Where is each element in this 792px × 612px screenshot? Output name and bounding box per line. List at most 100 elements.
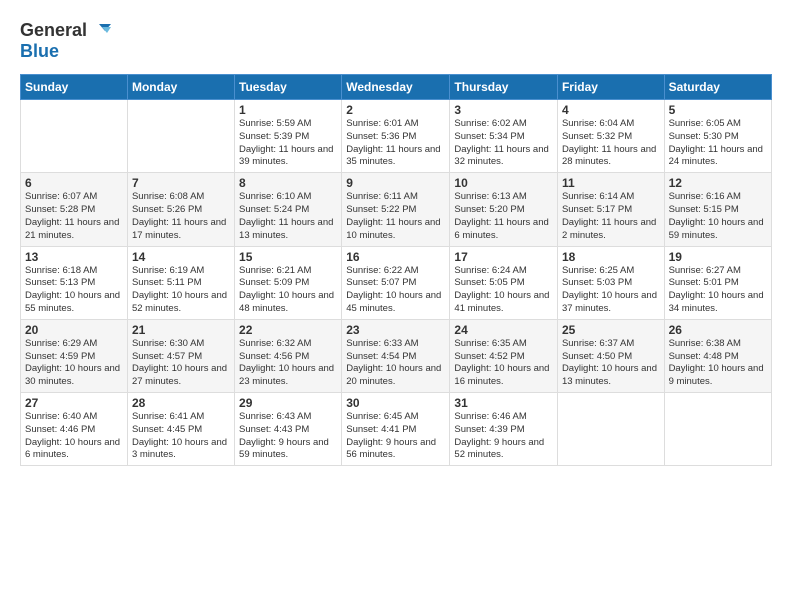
day-info: Sunrise: 6:14 AM Sunset: 5:17 PM Dayligh…: [562, 191, 660, 242]
day-number: 26: [669, 323, 767, 337]
day-number: 21: [132, 323, 230, 337]
day-number: 10: [454, 176, 553, 190]
day-number: 12: [669, 176, 767, 190]
day-number: 30: [346, 396, 445, 410]
day-info: Sunrise: 6:32 AM Sunset: 4:56 PM Dayligh…: [239, 338, 337, 389]
day-info: Sunrise: 5:59 AM Sunset: 5:39 PM Dayligh…: [239, 118, 337, 169]
day-number: 25: [562, 323, 660, 337]
day-info: Sunrise: 6:33 AM Sunset: 4:54 PM Dayligh…: [346, 338, 445, 389]
day-info: Sunrise: 6:21 AM Sunset: 5:09 PM Dayligh…: [239, 265, 337, 316]
day-info: Sunrise: 6:45 AM Sunset: 4:41 PM Dayligh…: [346, 411, 445, 462]
day-number: 29: [239, 396, 337, 410]
day-info: Sunrise: 6:41 AM Sunset: 4:45 PM Dayligh…: [132, 411, 230, 462]
day-info: Sunrise: 6:29 AM Sunset: 4:59 PM Dayligh…: [25, 338, 123, 389]
day-number: 20: [25, 323, 123, 337]
calendar-cell: [21, 100, 128, 173]
day-number: 27: [25, 396, 123, 410]
day-info: Sunrise: 6:05 AM Sunset: 5:30 PM Dayligh…: [669, 118, 767, 169]
day-number: 14: [132, 250, 230, 264]
calendar-cell: 31Sunrise: 6:46 AM Sunset: 4:39 PM Dayli…: [450, 393, 558, 466]
day-number: 7: [132, 176, 230, 190]
day-number: 11: [562, 176, 660, 190]
day-number: 17: [454, 250, 553, 264]
calendar-cell: 10Sunrise: 6:13 AM Sunset: 5:20 PM Dayli…: [450, 173, 558, 246]
calendar-cell: 20Sunrise: 6:29 AM Sunset: 4:59 PM Dayli…: [21, 319, 128, 392]
page: General Blue SundayMondayTuesdayWednesda…: [0, 0, 792, 481]
day-number: 16: [346, 250, 445, 264]
day-number: 5: [669, 103, 767, 117]
week-row-1: 1Sunrise: 5:59 AM Sunset: 5:39 PM Daylig…: [21, 100, 772, 173]
calendar-cell: 2Sunrise: 6:01 AM Sunset: 5:36 PM Daylig…: [342, 100, 450, 173]
day-number: 13: [25, 250, 123, 264]
calendar-cell: 16Sunrise: 6:22 AM Sunset: 5:07 PM Dayli…: [342, 246, 450, 319]
calendar-cell: 23Sunrise: 6:33 AM Sunset: 4:54 PM Dayli…: [342, 319, 450, 392]
day-info: Sunrise: 6:07 AM Sunset: 5:28 PM Dayligh…: [25, 191, 123, 242]
day-number: 18: [562, 250, 660, 264]
day-number: 15: [239, 250, 337, 264]
day-info: Sunrise: 6:22 AM Sunset: 5:07 PM Dayligh…: [346, 265, 445, 316]
day-info: Sunrise: 6:25 AM Sunset: 5:03 PM Dayligh…: [562, 265, 660, 316]
logo-bird-icon: [89, 22, 111, 40]
calendar-cell: 17Sunrise: 6:24 AM Sunset: 5:05 PM Dayli…: [450, 246, 558, 319]
day-number: 6: [25, 176, 123, 190]
week-row-4: 20Sunrise: 6:29 AM Sunset: 4:59 PM Dayli…: [21, 319, 772, 392]
day-info: Sunrise: 6:04 AM Sunset: 5:32 PM Dayligh…: [562, 118, 660, 169]
weekday-header-wednesday: Wednesday: [342, 75, 450, 100]
calendar-cell: 26Sunrise: 6:38 AM Sunset: 4:48 PM Dayli…: [664, 319, 771, 392]
day-number: 31: [454, 396, 553, 410]
logo-blue: Blue: [20, 41, 59, 62]
calendar-cell: 12Sunrise: 6:16 AM Sunset: 5:15 PM Dayli…: [664, 173, 771, 246]
day-info: Sunrise: 6:02 AM Sunset: 5:34 PM Dayligh…: [454, 118, 553, 169]
calendar-cell: 5Sunrise: 6:05 AM Sunset: 5:30 PM Daylig…: [664, 100, 771, 173]
week-row-3: 13Sunrise: 6:18 AM Sunset: 5:13 PM Dayli…: [21, 246, 772, 319]
calendar-cell: 6Sunrise: 6:07 AM Sunset: 5:28 PM Daylig…: [21, 173, 128, 246]
calendar-cell: 28Sunrise: 6:41 AM Sunset: 4:45 PM Dayli…: [127, 393, 234, 466]
calendar-cell: [664, 393, 771, 466]
day-number: 22: [239, 323, 337, 337]
day-number: 28: [132, 396, 230, 410]
weekday-header-tuesday: Tuesday: [235, 75, 342, 100]
calendar-cell: 14Sunrise: 6:19 AM Sunset: 5:11 PM Dayli…: [127, 246, 234, 319]
calendar-cell: 27Sunrise: 6:40 AM Sunset: 4:46 PM Dayli…: [21, 393, 128, 466]
day-info: Sunrise: 6:40 AM Sunset: 4:46 PM Dayligh…: [25, 411, 123, 462]
calendar-cell: 1Sunrise: 5:59 AM Sunset: 5:39 PM Daylig…: [235, 100, 342, 173]
day-info: Sunrise: 6:30 AM Sunset: 4:57 PM Dayligh…: [132, 338, 230, 389]
day-number: 24: [454, 323, 553, 337]
day-info: Sunrise: 6:19 AM Sunset: 5:11 PM Dayligh…: [132, 265, 230, 316]
weekday-header-saturday: Saturday: [664, 75, 771, 100]
day-info: Sunrise: 6:18 AM Sunset: 5:13 PM Dayligh…: [25, 265, 123, 316]
day-number: 23: [346, 323, 445, 337]
logo-general: General: [20, 20, 87, 41]
calendar-cell: 11Sunrise: 6:14 AM Sunset: 5:17 PM Dayli…: [557, 173, 664, 246]
day-info: Sunrise: 6:13 AM Sunset: 5:20 PM Dayligh…: [454, 191, 553, 242]
day-number: 9: [346, 176, 445, 190]
day-info: Sunrise: 6:24 AM Sunset: 5:05 PM Dayligh…: [454, 265, 553, 316]
calendar-cell: 3Sunrise: 6:02 AM Sunset: 5:34 PM Daylig…: [450, 100, 558, 173]
weekday-header-friday: Friday: [557, 75, 664, 100]
calendar-cell: 18Sunrise: 6:25 AM Sunset: 5:03 PM Dayli…: [557, 246, 664, 319]
day-info: Sunrise: 6:37 AM Sunset: 4:50 PM Dayligh…: [562, 338, 660, 389]
weekday-header-thursday: Thursday: [450, 75, 558, 100]
logo: General Blue: [20, 20, 111, 62]
day-info: Sunrise: 6:10 AM Sunset: 5:24 PM Dayligh…: [239, 191, 337, 242]
day-number: 2: [346, 103, 445, 117]
day-info: Sunrise: 6:35 AM Sunset: 4:52 PM Dayligh…: [454, 338, 553, 389]
day-info: Sunrise: 6:01 AM Sunset: 5:36 PM Dayligh…: [346, 118, 445, 169]
calendar-cell: 25Sunrise: 6:37 AM Sunset: 4:50 PM Dayli…: [557, 319, 664, 392]
calendar-cell: 24Sunrise: 6:35 AM Sunset: 4:52 PM Dayli…: [450, 319, 558, 392]
calendar-cell: 22Sunrise: 6:32 AM Sunset: 4:56 PM Dayli…: [235, 319, 342, 392]
logo-text: General Blue: [20, 20, 111, 62]
calendar-table: SundayMondayTuesdayWednesdayThursdayFrid…: [20, 74, 772, 466]
day-number: 1: [239, 103, 337, 117]
day-info: Sunrise: 6:16 AM Sunset: 5:15 PM Dayligh…: [669, 191, 767, 242]
day-number: 8: [239, 176, 337, 190]
week-row-2: 6Sunrise: 6:07 AM Sunset: 5:28 PM Daylig…: [21, 173, 772, 246]
day-info: Sunrise: 6:27 AM Sunset: 5:01 PM Dayligh…: [669, 265, 767, 316]
day-number: 4: [562, 103, 660, 117]
day-info: Sunrise: 6:11 AM Sunset: 5:22 PM Dayligh…: [346, 191, 445, 242]
calendar-cell: 30Sunrise: 6:45 AM Sunset: 4:41 PM Dayli…: [342, 393, 450, 466]
weekday-header-row: SundayMondayTuesdayWednesdayThursdayFrid…: [21, 75, 772, 100]
day-number: 3: [454, 103, 553, 117]
calendar-cell: 21Sunrise: 6:30 AM Sunset: 4:57 PM Dayli…: [127, 319, 234, 392]
calendar-cell: 15Sunrise: 6:21 AM Sunset: 5:09 PM Dayli…: [235, 246, 342, 319]
